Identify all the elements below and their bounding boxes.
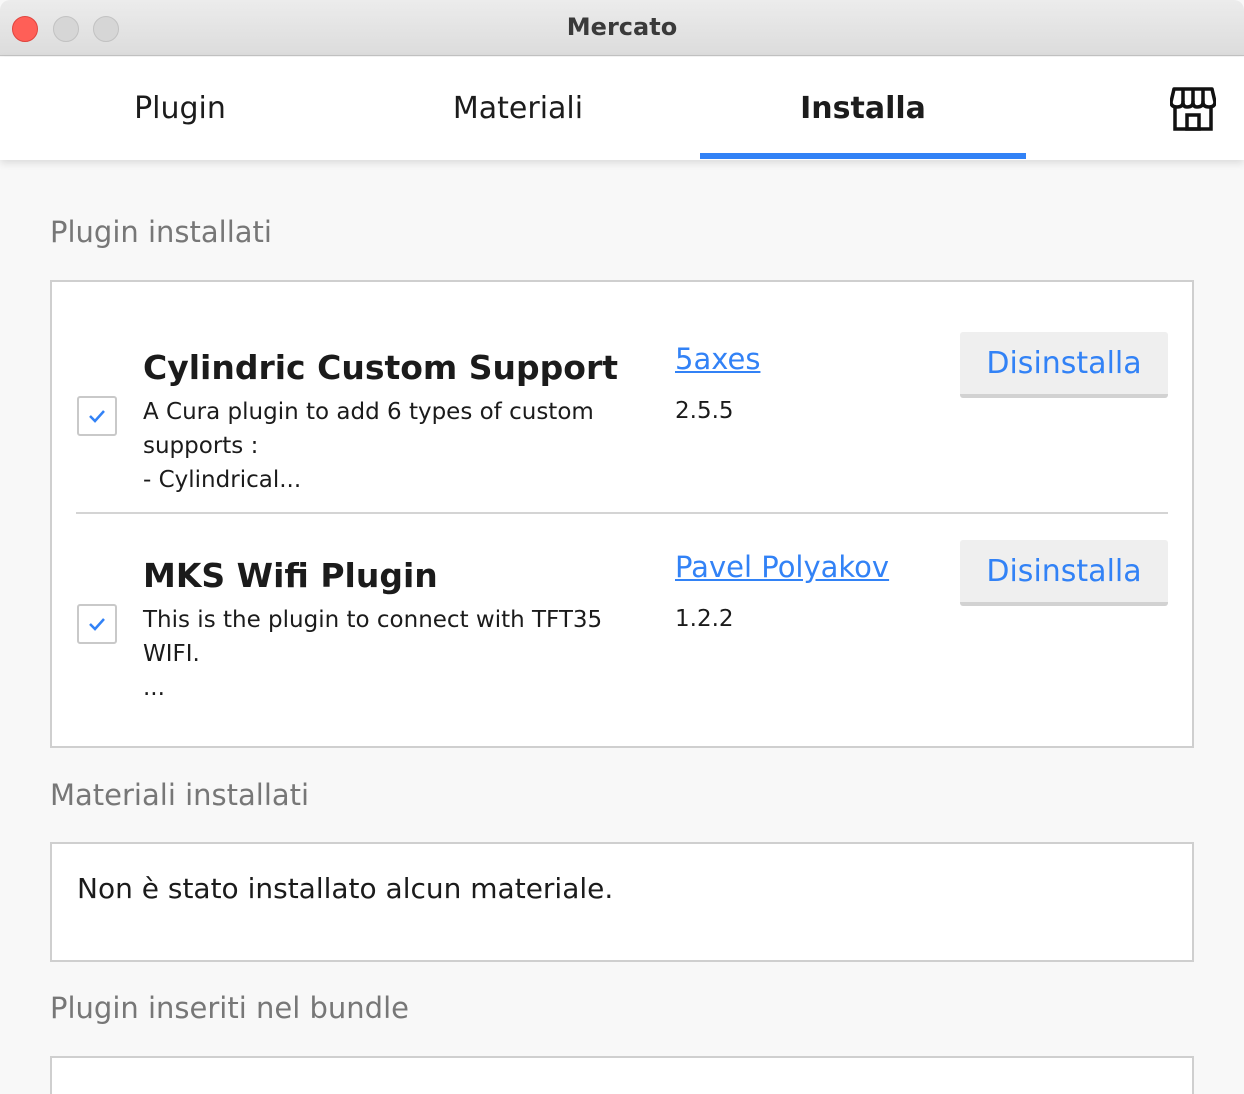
empty-materials-message: Non è stato installato alcun materiale. — [77, 872, 614, 905]
plugin-description: This is the plugin to connect with TFT35… — [143, 603, 613, 705]
check-icon — [89, 618, 105, 631]
plugin-author-link[interactable]: Pavel Polyakov — [675, 550, 889, 584]
installed-materials-list: Non è stato installato alcun materiale. — [50, 842, 1194, 962]
tab-materials[interactable]: Materiali — [388, 57, 648, 160]
plugin-enable-checkbox[interactable] — [77, 604, 117, 644]
plugin-item: MKS Wifi Plugin This is the plugin to co… — [52, 514, 1192, 744]
uninstall-button[interactable]: Disinstalla — [960, 332, 1168, 398]
title-bar: Mercato — [0, 0, 1244, 56]
uninstall-button[interactable]: Disinstalla — [960, 540, 1168, 606]
bundled-plugins-list — [50, 1056, 1194, 1094]
check-icon — [89, 410, 105, 423]
installed-plugins-heading: Plugin installati — [50, 215, 272, 249]
bundled-plugins-heading: Plugin inseriti nel bundle — [50, 991, 409, 1025]
plugin-description-line: A Cura plugin to add 6 types of custom — [143, 399, 594, 425]
plugin-item: Cylindric Custom Support A Cura plugin t… — [52, 282, 1192, 512]
plugin-description-line: ... — [143, 675, 165, 701]
active-tab-indicator — [700, 153, 1026, 159]
plugin-description-line: - Cylindrical... — [143, 467, 302, 493]
installed-plugins-list: Cylindric Custom Support A Cura plugin t… — [50, 280, 1194, 748]
plugin-enable-checkbox[interactable] — [77, 396, 117, 436]
plugin-name: Cylindric Custom Support — [143, 348, 619, 387]
tab-bar: Plugin Materiali Installa — [0, 57, 1244, 160]
window-title: Mercato — [566, 13, 678, 41]
plugin-description-line: This is the plugin to connect with TFT35 — [143, 607, 603, 633]
plugin-description-line: WIFI. — [143, 641, 200, 667]
plugin-version: 2.5.5 — [675, 398, 734, 424]
plugin-version: 1.2.2 — [675, 606, 734, 632]
store-icon[interactable] — [1170, 87, 1216, 131]
tab-installed[interactable]: Installa — [700, 57, 1026, 160]
marketplace-window: Mercato Plugin Materiali Installa Plugin… — [0, 0, 1244, 1094]
tab-plugin[interactable]: Plugin — [60, 57, 300, 160]
plugin-name: MKS Wifi Plugin — [143, 556, 438, 595]
plugin-author-link[interactable]: 5axes — [675, 342, 760, 376]
installed-materials-heading: Materiali installati — [50, 778, 310, 812]
plugin-description-line: supports : — [143, 433, 259, 459]
plugin-description: A Cura plugin to add 6 types of custom s… — [143, 395, 613, 497]
